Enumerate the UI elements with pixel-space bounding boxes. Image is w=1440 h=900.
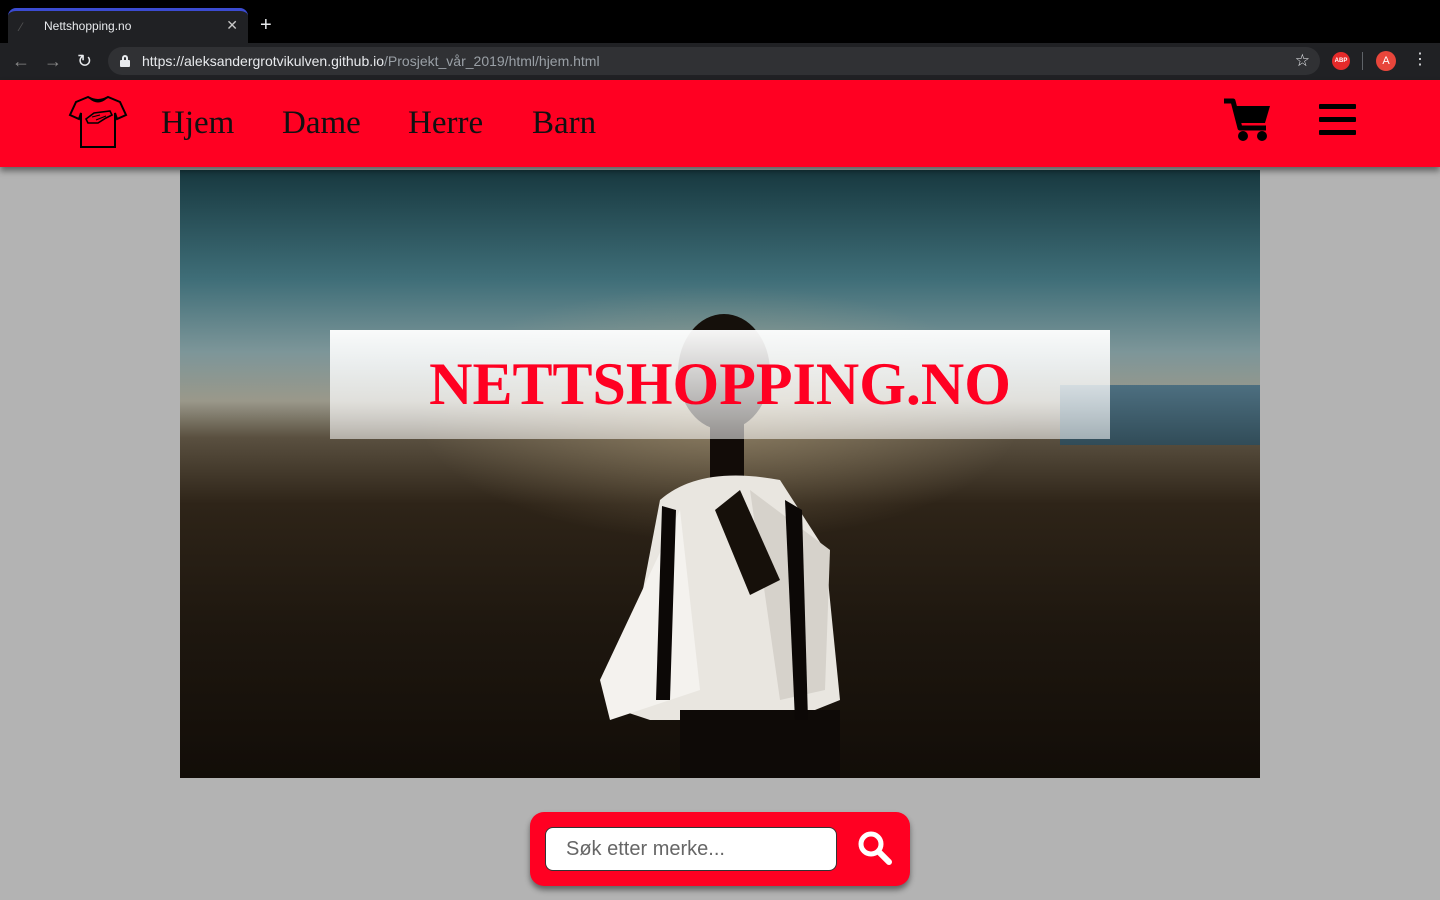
browser-toolbar: ← → ↻ https://aleksandergrotvikulven.git… xyxy=(0,43,1440,80)
browser-menu-icon[interactable]: ⋮ xyxy=(1412,50,1428,70)
hero-title-banner: NETTSHOPPING.NO xyxy=(330,330,1110,439)
url-path: /Prosjekt_vår_2019/html/hjem.html xyxy=(384,53,600,69)
tab-close-icon[interactable]: ✕ xyxy=(226,17,238,33)
lock-icon xyxy=(120,55,130,67)
search-box xyxy=(530,812,910,886)
address-bar[interactable]: https://aleksandergrotvikulven.github.io… xyxy=(108,47,1320,75)
cart-icon[interactable] xyxy=(1224,98,1272,142)
browser-tabbar: ⁄ Nettshopping.no ✕ + xyxy=(0,0,1440,43)
nav-link-barn[interactable]: Barn xyxy=(532,103,596,143)
hero-title: NETTSHOPPING.NO xyxy=(429,351,1011,417)
site-navbar: Hjem Dame Herre Barn xyxy=(0,80,1440,167)
back-arrow-icon[interactable]: ← xyxy=(12,51,30,71)
browser-tab[interactable]: ⁄ Nettshopping.no ✕ xyxy=(8,8,248,43)
url-host: https://aleksandergrotvikulven.github.io xyxy=(142,53,385,69)
reload-icon[interactable]: ↻ xyxy=(77,51,92,71)
nav-link-hjem[interactable]: Hjem xyxy=(161,103,234,143)
hero-video[interactable]: NETTSHOPPING.NO xyxy=(180,170,1260,778)
profile-avatar[interactable]: A xyxy=(1376,51,1396,71)
tab-favicon-icon: ⁄ xyxy=(20,20,23,34)
nav-link-herre[interactable]: Herre xyxy=(408,103,483,143)
bookmark-star-icon[interactable]: ☆ xyxy=(1295,51,1310,71)
tab-title: Nettshopping.no xyxy=(44,19,132,33)
search-input[interactable] xyxy=(545,827,837,871)
toolbar-divider xyxy=(1362,52,1363,70)
tshirt-logo-icon[interactable] xyxy=(68,93,128,151)
adblock-extension-icon[interactable]: ABP xyxy=(1332,52,1350,70)
forward-arrow-icon[interactable]: → xyxy=(44,51,62,71)
hamburger-menu-icon[interactable] xyxy=(1319,104,1356,136)
nav-link-dame[interactable]: Dame xyxy=(282,103,361,143)
url-text[interactable]: https://aleksandergrotvikulven.github.io… xyxy=(142,53,600,69)
new-tab-button[interactable]: + xyxy=(260,14,272,36)
search-icon[interactable] xyxy=(858,831,892,865)
